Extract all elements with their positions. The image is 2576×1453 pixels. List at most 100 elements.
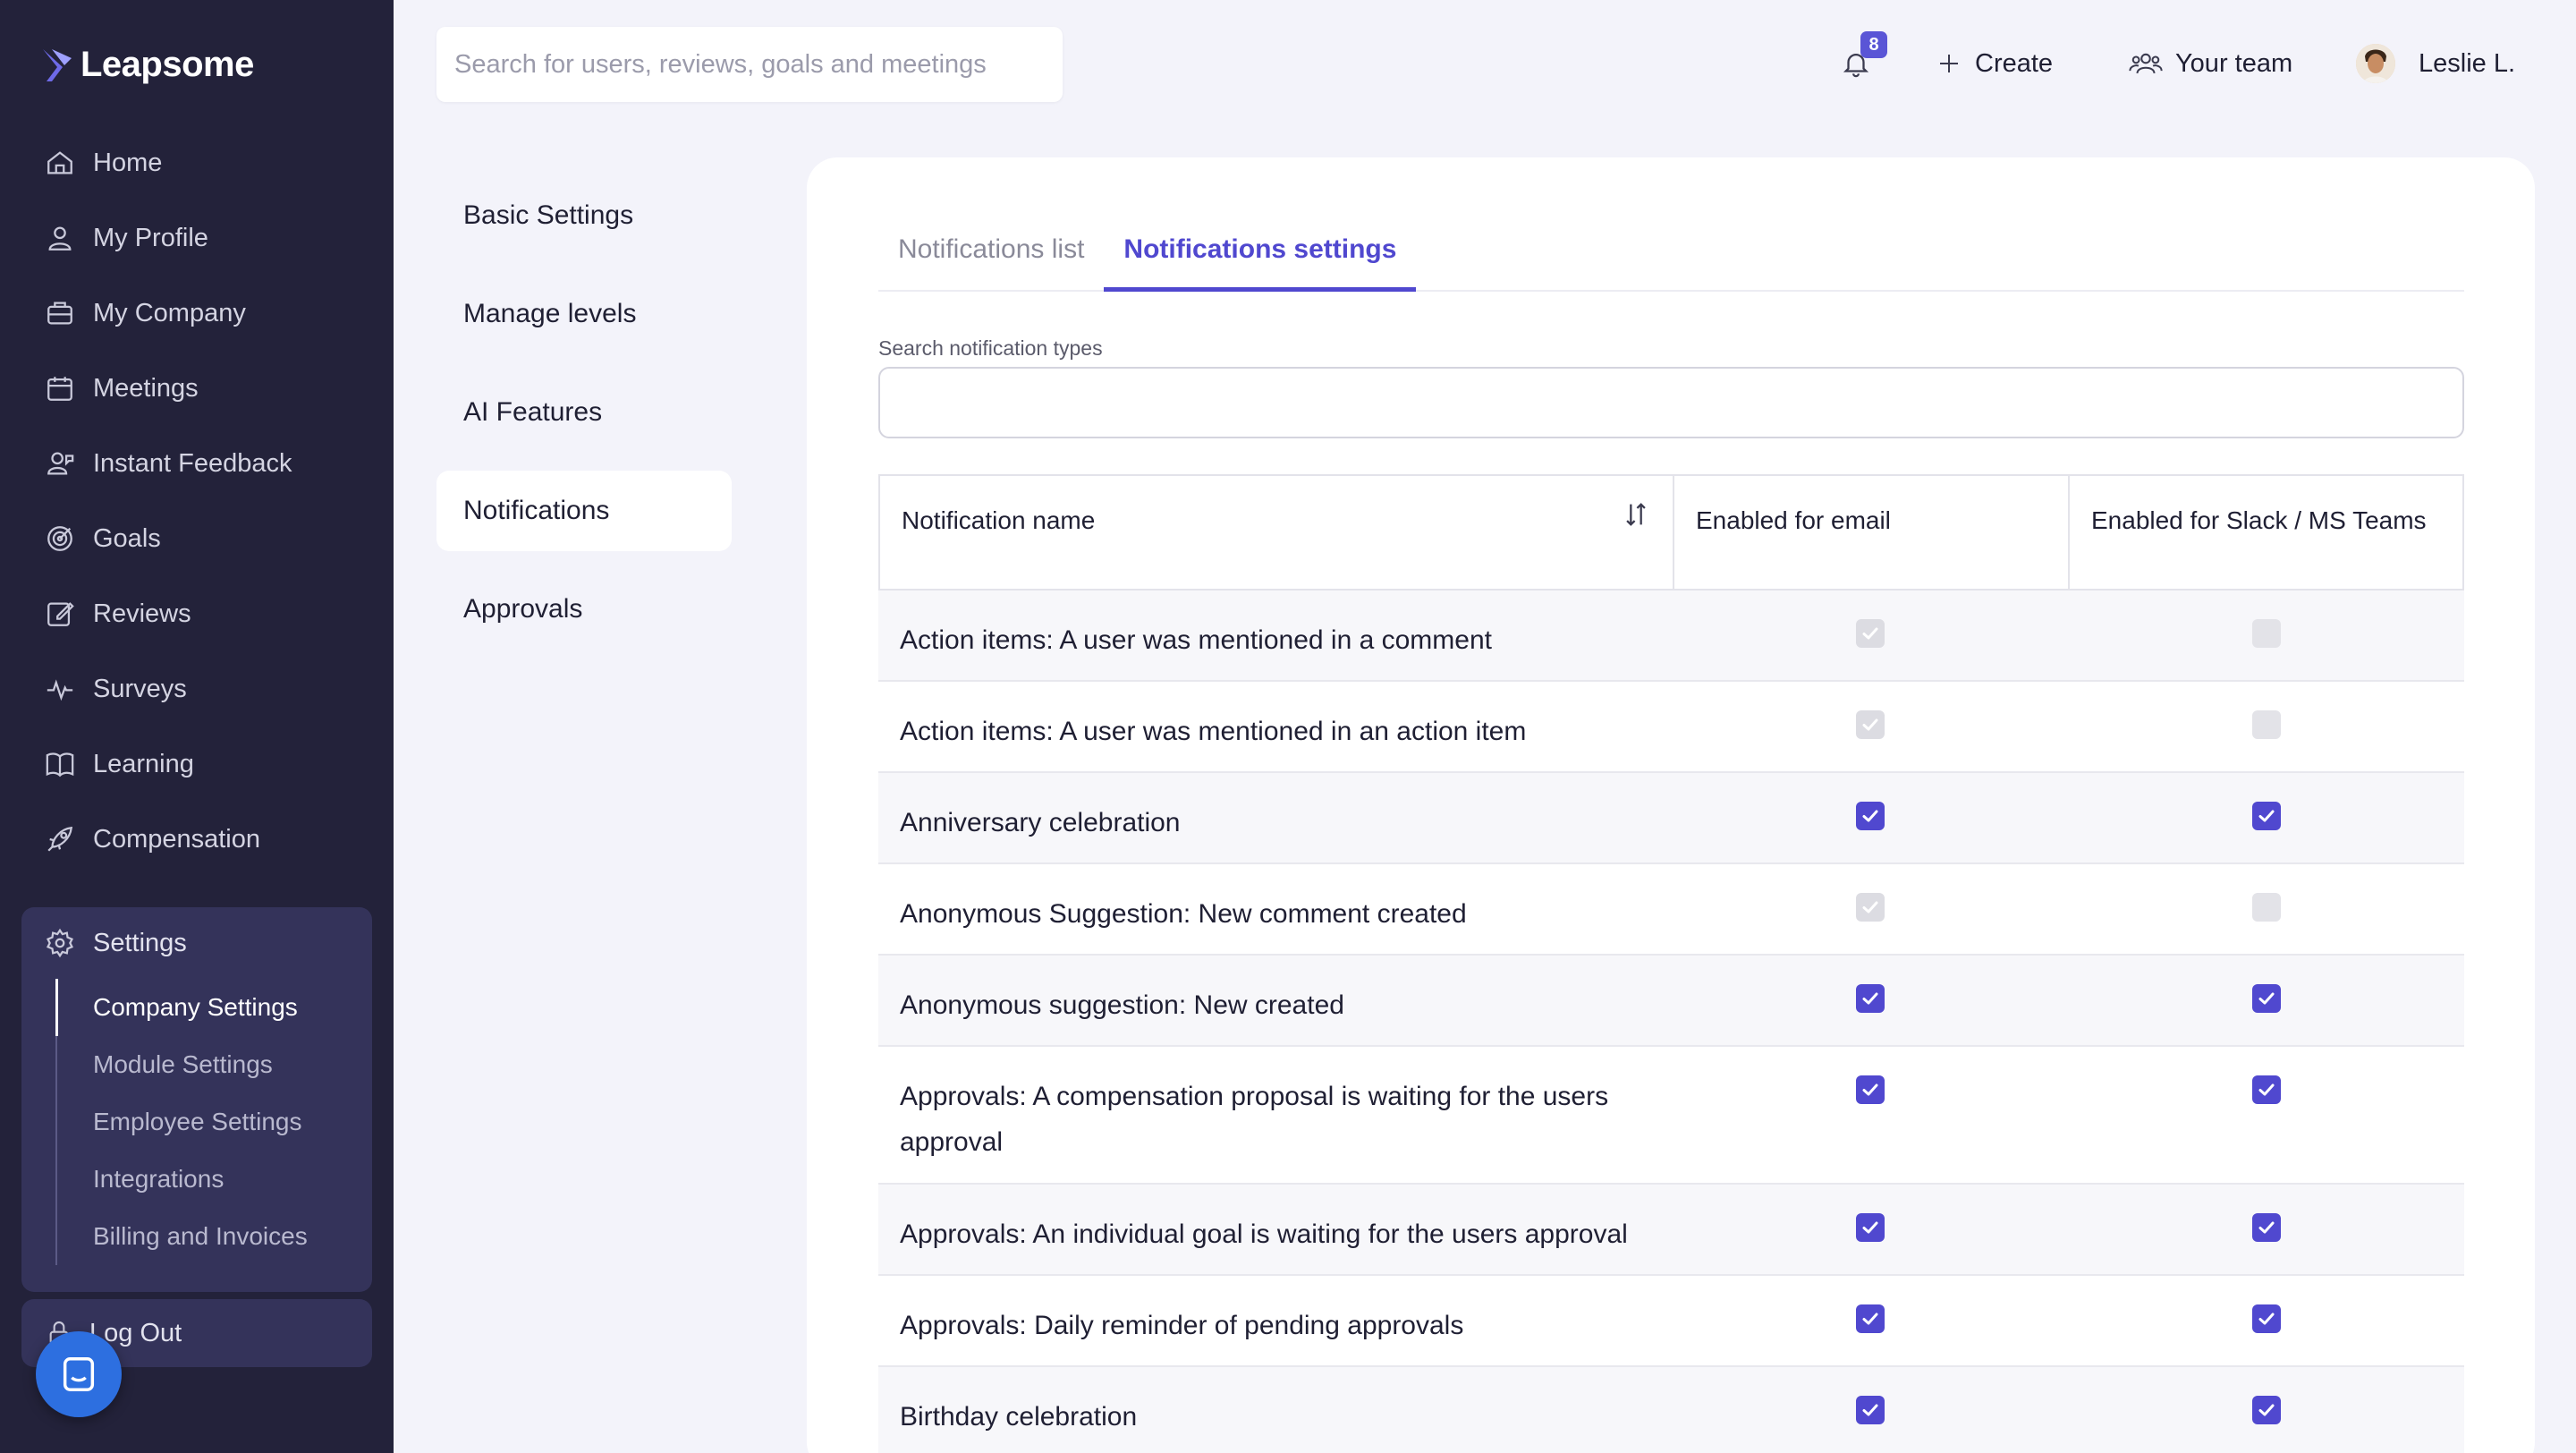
column-label: Notification name [902,506,1096,534]
checkmark-icon [2258,810,2274,822]
checkmark-icon [1862,992,1878,1005]
sidebar-item-reviews[interactable]: Reviews [21,576,372,651]
search-notification-types-label: Search notification types [878,336,1103,360]
sidebar-item-label: Goals [93,523,161,553]
settings-submenu: Company Settings Module Settings Employe… [55,979,351,1265]
sidebar-item-label: Meetings [93,373,199,403]
slack-checkbox[interactable] [2251,802,2281,830]
submenu-item-company-settings[interactable]: Company Settings [57,979,351,1036]
feedback-icon [47,452,74,475]
your-team-label: Your team [2175,48,2293,78]
avatar [2356,44,2395,83]
your-team-button[interactable]: Your team [2129,36,2292,91]
notifications-bell-button[interactable]: 8 [1841,31,1887,91]
email-checkbox[interactable] [1856,1075,1885,1104]
checkmark-icon [2258,1313,2274,1325]
slack-cell [2068,1047,2464,1104]
sidebar-item-label: Home [93,148,163,177]
subnav-notifications[interactable]: Notifications [436,471,732,551]
email-cell [1673,591,2068,648]
notifications-table: Notification name Enabled for email Enab… [878,474,2464,1453]
checkmark-icon [2258,1404,2274,1416]
target-icon [47,526,72,551]
sidebar-item-label: Compensation [93,824,260,854]
sidebar-item-label: Instant Feedback [93,448,292,478]
create-button[interactable]: Create [1936,36,2053,91]
sort-icon[interactable] [1621,499,1651,530]
checkmark-icon [1862,1313,1878,1325]
sidebar-item-goals[interactable]: Goals [21,501,372,576]
slack-checkbox[interactable] [2251,1075,2281,1104]
table-row: Anonymous suggestion: New created [878,956,2464,1047]
slack-checkbox[interactable] [2251,1304,2281,1333]
email-checkbox[interactable] [1856,802,1885,830]
email-checkbox[interactable] [1856,1304,1885,1333]
email-checkbox [1856,893,1885,922]
column-header-slack: Enabled for Slack / MS Teams [2091,506,2427,534]
sidebar-item-settings[interactable]: Settings [21,907,372,979]
subnav-ai-features[interactable]: AI Features [436,372,732,453]
search-notification-types-input[interactable] [878,367,2464,438]
sidebar-item-my-profile[interactable]: My Profile [21,200,372,276]
sidebar-item-compensation[interactable]: Compensation [21,802,372,877]
logo-text: Leapsome [80,45,254,84]
active-indicator [55,979,58,1036]
slack-cell [2068,773,2464,830]
checkmark-icon [1862,1083,1878,1096]
slack-cell [2068,682,2464,739]
slack-checkbox[interactable] [2251,984,2281,1013]
notifications-card: Notifications list Notifications setting… [807,157,2535,1453]
email-checkbox[interactable] [1856,1396,1885,1424]
user-menu-button[interactable]: Leslie L. [2356,36,2515,91]
email-checkbox[interactable] [1856,984,1885,1013]
subnav-approvals[interactable]: Approvals [436,569,732,650]
sidebar: Leapsome Home My Profile My Company Meet… [0,0,394,1453]
sidebar-item-home[interactable]: Home [21,125,372,200]
slack-checkbox[interactable] [2251,1396,2281,1424]
table-row: Action items: A user was mentioned in a … [878,591,2464,682]
leapsome-logo-icon [43,48,72,81]
global-search-input[interactable] [436,27,1063,102]
pulse-icon [47,679,73,701]
subnav-manage-levels[interactable]: Manage levels [436,274,732,354]
notification-name: Approvals: A compensation proposal is wa… [900,1082,1609,1157]
sidebar-item-instant-feedback[interactable]: Instant Feedback [21,426,372,501]
table-row: Approvals: Daily reminder of pending app… [878,1276,2464,1367]
slack-checkbox[interactable] [2251,1213,2281,1242]
slack-checkbox [2251,710,2281,739]
submenu-item-integrations[interactable]: Integrations [57,1151,351,1208]
slack-cell [2068,1276,2464,1333]
sidebar-item-my-company[interactable]: My Company [21,276,372,351]
plus-icon [1940,55,1958,72]
slack-checkbox [2251,619,2281,648]
settings-subnav: Basic Settings Manage levels AI Features… [436,175,732,667]
edit-icon [47,602,74,626]
sidebar-item-surveys[interactable]: Surveys [21,651,372,726]
submenu-item-employee-settings[interactable]: Employee Settings [57,1093,351,1151]
calendar-icon [47,377,72,401]
sidebar-item-meetings[interactable]: Meetings [21,351,372,426]
notification-name: Approvals: An individual goal is waiting… [900,1219,1628,1249]
chat-launcher-button[interactable] [36,1331,122,1417]
table-row: Approvals: An individual goal is waiting… [878,1185,2464,1276]
settings-label: Settings [93,928,187,957]
notification-name: Action items: A user was mentioned in an… [900,717,1527,746]
rocket-icon [47,826,73,852]
column-header-notification-name[interactable]: Notification name [880,476,1674,589]
notification-tabs: Notifications list Notifications setting… [878,234,2464,292]
sidebar-item-label: Surveys [93,674,187,703]
tab-notifications-list[interactable]: Notifications list [878,234,1104,292]
checkmark-icon [2258,1221,2274,1234]
email-cell [1673,1185,2068,1242]
submenu-item-module-settings[interactable]: Module Settings [57,1036,351,1093]
tab-notifications-settings[interactable]: Notifications settings [1104,234,1417,292]
checkmark-icon [1862,901,1878,913]
table-row: Approvals: A compensation proposal is wa… [878,1047,2464,1185]
email-checkbox[interactable] [1856,1213,1885,1242]
leapsome-logo[interactable]: Leapsome [39,45,254,85]
table-body: Action items: A user was mentioned in a … [878,591,2464,1453]
checkmark-icon [2258,1083,2274,1096]
sidebar-item-learning[interactable]: Learning [21,726,372,802]
submenu-item-billing[interactable]: Billing and Invoices [57,1208,351,1265]
subnav-basic-settings[interactable]: Basic Settings [436,175,732,256]
